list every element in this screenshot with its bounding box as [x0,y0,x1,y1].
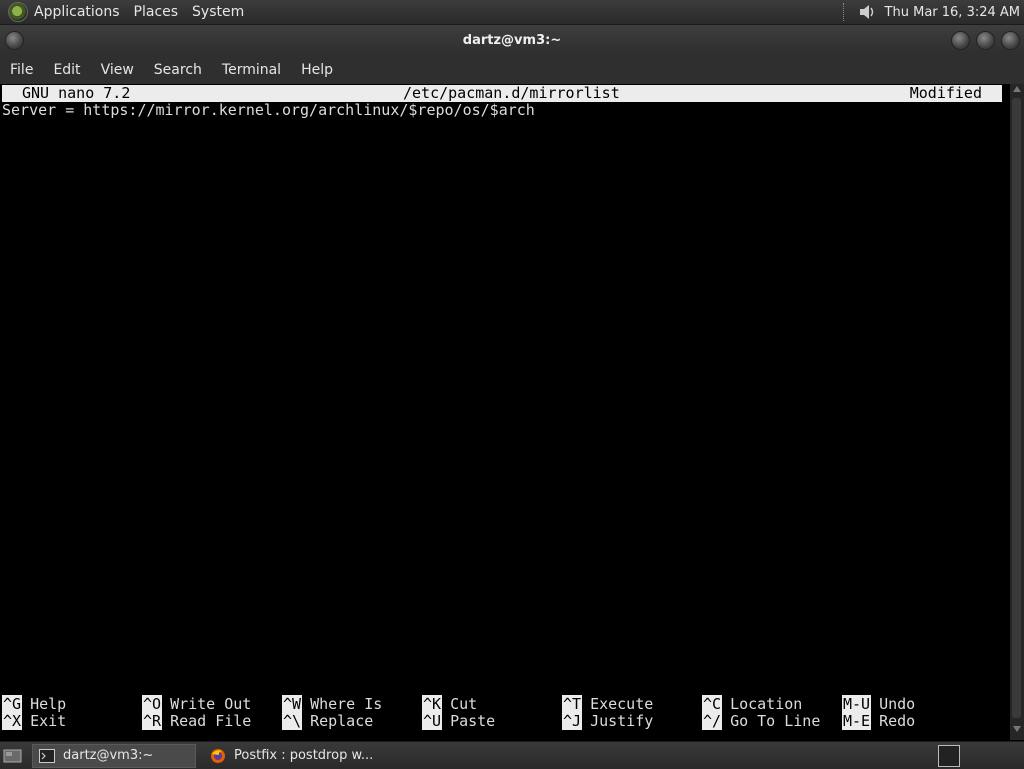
panel-separator [842,3,847,21]
shortcut-paste[interactable]: ^U Paste [422,712,495,730]
shortcut-row-2: ^X Exit ^R Read File ^\ Replace ^U Paste ^J J… [2,712,1002,730]
window-menu-button[interactable] [5,31,24,50]
workspace-switcher[interactable] [938,745,960,767]
terminal-area[interactable]: GNU nano 7.2 /etc/pacman.d/mirrorlist Mo… [0,84,1010,740]
shortcut-justify[interactable]: ^J Justify [562,712,653,730]
taskbar-item-firefox[interactable]: Postfix : postdrop w... [204,745,396,767]
menu-edit[interactable]: Edit [43,62,90,78]
shortcut-go-to-line[interactable]: ^/Go To Line [702,712,820,730]
shortcut-replace[interactable]: ^\ Replace [282,712,373,730]
gnome-foot-icon[interactable] [8,2,28,22]
bottom-panel: dartz@vm3:~ Postfix : postdrop w... [0,741,1024,769]
maximize-button[interactable] [976,31,995,50]
menu-applications[interactable]: Applications [34,4,120,20]
shortcut-redo[interactable]: M-E Redo [842,712,915,730]
menu-search[interactable]: Search [144,62,212,78]
shortcut-read-file[interactable]: ^R Read File [142,712,251,730]
scroll-up-arrow-icon[interactable] [1013,86,1021,92]
menu-terminal[interactable]: Terminal [212,62,291,78]
shortcut-cut[interactable]: ^K Cut [422,695,477,713]
menu-system[interactable]: System [192,4,244,20]
scroll-down-arrow-icon[interactable] [1013,726,1021,732]
shortcut-row-1: ^G Help ^O Write Out ^W Where Is ^K Cut ^T Ex… [2,695,1002,713]
nano-title-bar: GNU nano 7.2 /etc/pacman.d/mirrorlist Mo… [2,85,1002,102]
shortcut-undo[interactable]: M-U Undo [842,695,915,713]
taskbar-item-terminal[interactable]: dartz@vm3:~ [32,743,196,768]
shortcut-exit[interactable]: ^X Exit [2,712,66,730]
menu-file[interactable]: File [0,62,43,78]
menu-help[interactable]: Help [291,62,343,78]
minimize-button[interactable] [951,31,970,50]
shortcut-execute[interactable]: ^T Execute [562,695,653,713]
shortcut-location[interactable]: ^C Location [702,695,802,713]
taskbar-item-label: Postfix : postdrop w... [234,748,374,763]
scroll-thumb[interactable] [1012,98,1021,718]
window-titlebar[interactable]: dartz@vm3:~ [0,25,1024,55]
nano-filename: /etc/pacman.d/mirrorlist [403,84,620,102]
nano-version: GNU nano 7.2 [22,84,131,102]
close-button[interactable] [1001,31,1020,50]
window-title: dartz@vm3:~ [462,32,562,48]
top-panel: Applications Places System Thu Mar 16, 3… [0,0,1024,25]
panel-tray: Thu Mar 16, 3:24 AM [842,0,1020,24]
menu-places[interactable]: Places [134,4,179,20]
volume-icon[interactable] [857,2,877,22]
nano-modified-status: Modified [909,84,982,102]
buffer-line[interactable]: Server = https://mirror.kernel.org/archl… [2,102,535,119]
show-desktop-icon[interactable] [2,747,24,765]
taskbar-item-label: dartz@vm3:~ [63,748,154,763]
firefox-icon [211,748,225,763]
menu-view[interactable]: View [91,62,144,78]
shortcut-write-out[interactable]: ^O Write Out [142,695,251,713]
clock[interactable]: Thu Mar 16, 3:24 AM [885,5,1020,20]
shortcut-help[interactable]: ^G Help [2,695,66,713]
shortcut-where-is[interactable]: ^W Where Is [282,695,382,713]
terminal-icon [39,748,55,763]
terminal-scrollbar[interactable] [1010,84,1024,740]
terminal-menubar: File Edit View Search Terminal Help [0,55,1024,84]
